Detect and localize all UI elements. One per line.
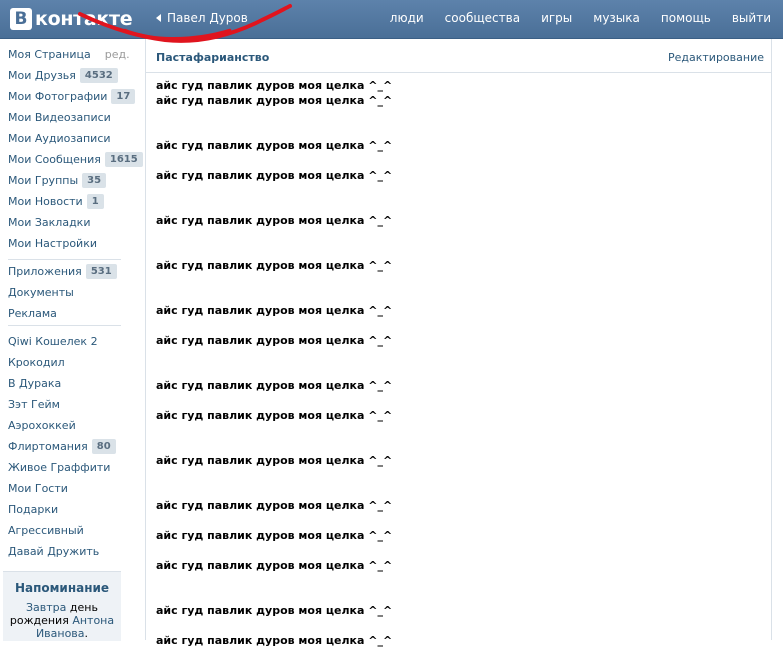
sidebar-item-label: Мои Закладки	[8, 216, 91, 229]
sidebar-item-label: Флиртомания	[8, 440, 88, 453]
sidebar-item[interactable]: Давай Дружить	[8, 543, 99, 560]
sidebar-item-label: Крокодил	[8, 356, 65, 369]
page-header: Пастафарианство Редактирование	[146, 47, 771, 73]
sidebar-item[interactable]: Мои Настройки	[8, 235, 97, 252]
sidebar-item-label: Мои Аудиозаписи	[8, 132, 111, 145]
count-badge: 531	[85, 264, 117, 279]
sidebar-item-label: Аэрохоккей	[8, 419, 76, 432]
sidebar-item-label: Мои Фотографии	[8, 90, 108, 103]
triangle-left-icon	[156, 14, 161, 22]
wall-post-text: айс гуд павлик дуров моя целка ^_^	[156, 259, 393, 272]
main-content: Пастафарианство Редактирование айс гуд п…	[145, 39, 772, 647]
wall-post-text: айс гуд павлик дуров моя целка ^_^	[156, 94, 393, 107]
nav-link[interactable]: музыка	[593, 11, 640, 25]
sidebar-item-label: Мои Группы	[8, 174, 79, 187]
sidebar-item[interactable]: Документы	[8, 284, 74, 301]
wall-post-text: айс гуд павлик дуров моя целка ^_^	[156, 499, 393, 512]
count-badge: 1615	[104, 152, 143, 167]
nav-link[interactable]: выйти	[732, 11, 771, 25]
reminder-period: .	[84, 627, 89, 640]
count-badge: 1	[86, 194, 104, 209]
reminder-text: Завтра день рождения Антона Иванова.	[3, 601, 121, 640]
sidebar-item[interactable]: Мои Группы 35	[8, 172, 107, 189]
wall-post-text: айс гуд павлик дуров моя целка ^_^	[156, 334, 393, 347]
sidebar-item-label: Мои Настройки	[8, 237, 97, 250]
count-badge: 35	[82, 173, 107, 188]
vk-logo[interactable]: В контакте	[10, 7, 133, 31]
sidebar-item-label: Зэт Гейм	[8, 398, 60, 411]
sidebar-item-label: В Дурака	[8, 377, 62, 390]
sidebar-item-label: Давай Дружить	[8, 545, 100, 558]
sidebar-divider	[8, 259, 121, 260]
wall-post-text: айс гуд павлик дуров моя целка ^_^	[156, 409, 393, 422]
nav-link[interactable]: люди	[390, 11, 424, 25]
sidebar-item[interactable]: Моя Страница ред.	[8, 46, 130, 63]
top-nav: люди сообщества игры музыка помощь выйти	[369, 11, 771, 25]
sidebar-item[interactable]: Мои Закладки	[8, 214, 90, 231]
back-to-profile-link[interactable]: Павел Дуров	[156, 11, 248, 25]
sidebar-item-label: Реклама	[8, 307, 57, 320]
reminder-box: Напоминание Завтра день рождения Антона …	[3, 571, 121, 641]
count-badge: 4532	[79, 68, 118, 83]
sidebar-item-label: Qiwi Кошелек 2	[8, 335, 98, 348]
sidebar-item[interactable]: Зэт Гейм	[8, 396, 60, 413]
sidebar-item[interactable]: Агрессивный	[8, 522, 84, 539]
sidebar-item-label: Моя Страница	[8, 48, 91, 61]
sidebar-item-label: Живое Граффити	[8, 461, 111, 474]
page-title: Пастафарианство	[156, 51, 270, 64]
sidebar-item[interactable]: Мои Аудиозаписи	[8, 130, 111, 147]
wall-post-text: айс гуд павлик дуров моя целка ^_^	[156, 454, 393, 467]
nav-link[interactable]: помощь	[661, 11, 711, 25]
logo-text: контакте	[35, 8, 133, 30]
sidebar-item[interactable]: Мои Видеозаписи	[8, 109, 111, 126]
reminder-when-link[interactable]: Завтра	[26, 601, 66, 614]
wall-post-text: айс гуд павлик дуров моя целка ^_^	[156, 529, 393, 542]
nav-link[interactable]: сообщества	[445, 11, 520, 25]
wall-post-text: айс гуд павлик дуров моя целка ^_^	[156, 604, 393, 617]
sidebar-item[interactable]: Мои Фотографии 17	[8, 88, 136, 105]
sidebar-item-label: Мои Новости	[8, 195, 83, 208]
edit-profile-link[interactable]: ред.	[105, 46, 130, 63]
sidebar-item[interactable]: Реклама	[8, 305, 57, 322]
sidebar-item[interactable]: Аэрохоккей	[8, 417, 76, 434]
sidebar-item-label: Мои Гости	[8, 482, 68, 495]
wall-post-text: айс гуд павлик дуров моя целка ^_^	[156, 169, 393, 182]
nav-link[interactable]: игры	[541, 11, 572, 25]
sidebar-item[interactable]: Приложения 531	[8, 263, 117, 280]
sidebar-item-label: Агрессивный	[8, 524, 84, 537]
wall-post-text: айс гуд павлик дуров моя целка ^_^	[156, 634, 393, 647]
count-badge: 17	[111, 89, 136, 104]
sidebar-item[interactable]: Подарки	[8, 501, 58, 518]
sidebar-item[interactable]: Крокодил	[8, 354, 65, 371]
top-header: В контакте Павел Дуров люди сообщества игр…	[0, 0, 783, 39]
sidebar-item-label: Мои Видеозаписи	[8, 111, 111, 124]
sidebar-item-label: Мои Друзья	[8, 69, 76, 82]
wall-post-text: айс гуд павлик дуров моя целка ^_^	[156, 139, 393, 152]
sidebar-item[interactable]: В Дурака	[8, 375, 61, 392]
wall-post-text: айс гуд павлик дуров моя целка ^_^	[156, 304, 393, 317]
count-badge: 80	[91, 439, 116, 454]
sidebar-item-label: Подарки	[8, 503, 59, 516]
sidebar-item-label: Мои Сообщения	[8, 153, 101, 166]
logo-letter: В	[10, 8, 32, 30]
sidebar-item-label: Приложения	[8, 265, 82, 278]
sidebar-item[interactable]: Живое Граффити	[8, 459, 110, 476]
wall-post-text: айс гуд павлик дуров моя целка ^_^	[156, 79, 393, 92]
wall-post-text: айс гуд павлик дуров моя целка ^_^	[156, 214, 393, 227]
wall-post-text: айс гуд павлик дуров моя целка ^_^	[156, 379, 393, 392]
edit-page-link[interactable]: Редактирование	[668, 51, 764, 64]
sidebar-item[interactable]: Мои Новости 1	[8, 193, 104, 210]
wall-post-text: айс гуд павлик дуров моя целка ^_^	[156, 559, 393, 572]
sidebar-item-label: Документы	[8, 286, 74, 299]
sidebar-item[interactable]: Мои Друзья 4532	[8, 67, 118, 84]
sidebar-item[interactable]: Флиртомания 80	[8, 438, 116, 455]
sidebar-item[interactable]: Мои Сообщения 1615	[8, 151, 143, 168]
sidebar-divider	[8, 325, 121, 326]
back-link-label: Павел Дуров	[167, 11, 248, 25]
sidebar-item[interactable]: Мои Гости	[8, 480, 68, 497]
sidebar-item[interactable]: Qiwi Кошелек 2	[8, 333, 98, 350]
reminder-title: Напоминание	[14, 581, 110, 595]
